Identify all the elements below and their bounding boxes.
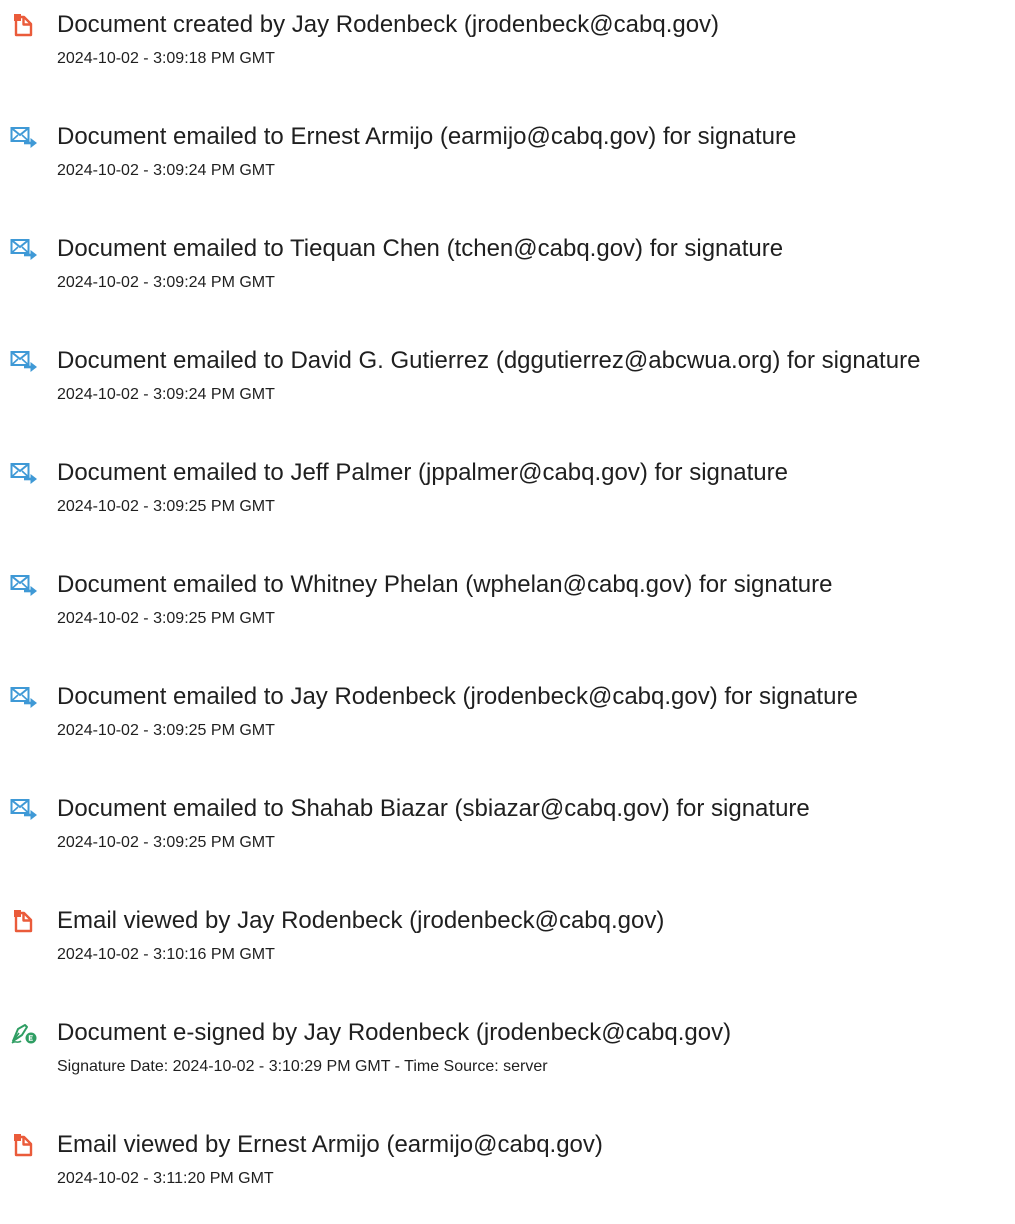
audit-entry: Document emailed to Jay Rodenbeck (jrode…: [0, 672, 1015, 752]
audit-entry: Document emailed to Ernest Armijo (earmi…: [0, 112, 1015, 192]
audit-entry: Email viewed by Jay Rodenbeck (jrodenbec…: [0, 896, 1015, 976]
email-sent-icon: [10, 237, 38, 261]
document-icon: [10, 909, 38, 933]
document-icon: [10, 13, 38, 37]
email-sent-icon: [10, 797, 38, 821]
esign-pen-icon: [10, 1021, 38, 1045]
entry-timestamp: 2024-10-02 - 3:09:25 PM GMT: [57, 610, 275, 627]
entry-timestamp: 2024-10-02 - 3:09:24 PM GMT: [57, 274, 275, 291]
email-sent-icon: [10, 125, 38, 149]
entry-timestamp: 2024-10-02 - 3:10:16 PM GMT: [57, 946, 275, 963]
entry-timestamp: 2024-10-02 - 3:09:24 PM GMT: [57, 162, 275, 179]
email-sent-icon: [10, 461, 38, 485]
entry-timestamp: 2024-10-02 - 3:11:20 PM GMT: [57, 1170, 274, 1187]
audit-entry: Document emailed to Whitney Phelan (wphe…: [0, 560, 1015, 640]
entry-title: Document e-signed by Jay Rodenbeck (jrod…: [57, 1019, 732, 1046]
entry-timestamp: 2024-10-02 - 3:09:25 PM GMT: [57, 498, 275, 515]
entry-timestamp: 2024-10-02 - 3:09:25 PM GMT: [57, 722, 275, 739]
entry-signature-date: Signature Date: 2024-10-02 - 3:10:29 PM …: [57, 1058, 548, 1075]
email-sent-icon: [10, 685, 38, 709]
entry-title: Document created by Jay Rodenbeck (jrode…: [57, 11, 720, 38]
entry-timestamp: 2024-10-02 - 3:09:18 PM GMT: [57, 50, 275, 67]
entry-timestamp: 2024-10-02 - 3:09:24 PM GMT: [57, 386, 275, 403]
entry-timestamp: 2024-10-02 - 3:09:25 PM GMT: [57, 834, 275, 851]
email-sent-icon: [10, 573, 38, 597]
entry-title: Document emailed to Jeff Palmer (jppalme…: [57, 459, 788, 486]
document-icon: [10, 1133, 38, 1157]
audit-entry: Document emailed to David G. Gutierrez (…: [0, 336, 1015, 416]
email-sent-icon: [10, 349, 38, 373]
audit-entry: Document e-signed by Jay Rodenbeck (jrod…: [0, 1008, 1015, 1088]
audit-entry: Document created by Jay Rodenbeck (jrode…: [0, 0, 1015, 80]
entry-title: Document emailed to Whitney Phelan (wphe…: [57, 571, 833, 598]
audit-entry: Document emailed to Jeff Palmer (jppalme…: [0, 448, 1015, 528]
entry-title: Document emailed to Jay Rodenbeck (jrode…: [57, 683, 858, 710]
entry-title: Document emailed to Ernest Armijo (earmi…: [57, 123, 797, 150]
audit-entry: Document emailed to Tiequan Chen (tchen@…: [0, 224, 1015, 304]
entry-title: Email viewed by Jay Rodenbeck (jrodenbec…: [57, 907, 665, 934]
entry-title: Document emailed to Tiequan Chen (tchen@…: [57, 235, 784, 262]
audit-entry: Email viewed by Ernest Armijo (earmijo@c…: [0, 1120, 1015, 1200]
audit-entry: Document emailed to Shahab Biazar (sbiaz…: [0, 784, 1015, 864]
entry-title: Document emailed to Shahab Biazar (sbiaz…: [57, 795, 810, 822]
entry-title: Document emailed to David G. Gutierrez (…: [57, 347, 921, 374]
entry-title: Email viewed by Ernest Armijo (earmijo@c…: [57, 1131, 603, 1158]
